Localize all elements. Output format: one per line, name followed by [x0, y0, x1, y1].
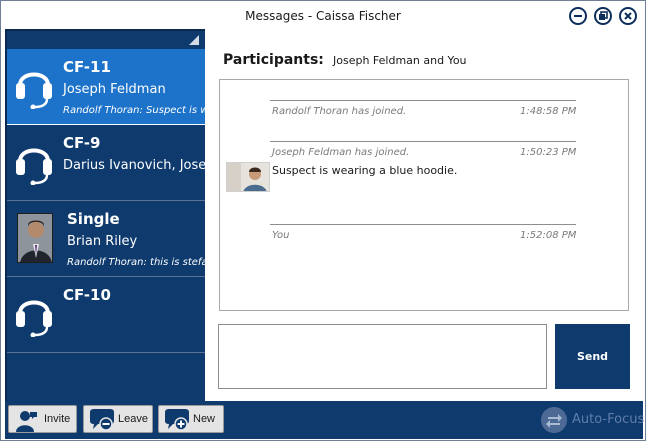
- window-title: Messages - Caissa Fischer: [245, 9, 401, 23]
- title-bar[interactable]: Messages - Caissa Fischer: [1, 1, 645, 29]
- conversation-last-message: Randolf Thoran: this is stefa: [67, 257, 205, 268]
- conversation-participants: Darius Ivanovich, Josep: [63, 158, 205, 173]
- leave-chat-icon: [90, 409, 114, 431]
- restore-icon: [599, 11, 608, 20]
- new-label: New: [193, 413, 216, 425]
- conversation-list-header: [7, 31, 205, 49]
- auto-focus-toggle[interactable]: Auto-Focus: [541, 407, 645, 433]
- conversation-name: CF-9: [63, 134, 101, 152]
- invite-label: Invite: [44, 413, 71, 425]
- send-button[interactable]: Send: [555, 324, 630, 389]
- message-time: 1:52:08 PM: [520, 230, 577, 241]
- conversation-item-cf-11[interactable]: CF-11 Joseph Feldman Randolf Thoran: Sus…: [7, 49, 205, 125]
- conversation-item-cf-9[interactable]: CF-9 Darius Ivanovich, Josep: [7, 125, 205, 201]
- message-time: 1:50:23 PM: [520, 147, 577, 158]
- message-text: Suspect is wearing a blue hoodie.: [272, 164, 458, 177]
- close-icon: [624, 12, 632, 20]
- chat-panel: Participants: Joseph Feldman and You Ran…: [205, 29, 643, 401]
- invite-button[interactable]: Invite: [8, 405, 77, 433]
- message-input[interactable]: [218, 324, 547, 389]
- conversation-list[interactable]: CF-11 Joseph Feldman Randolf Thoran: Sus…: [5, 29, 205, 401]
- conversation-name: CF-11: [63, 58, 111, 76]
- avatar: [17, 213, 53, 263]
- auto-focus-label: Auto-Focus: [572, 412, 645, 427]
- invite-user-icon: [16, 411, 37, 432]
- message-time: 1:48:58 PM: [520, 106, 577, 117]
- new-conversation-button[interactable]: New: [158, 405, 224, 433]
- message-sender: Randolf Thoran has joined.: [272, 106, 407, 117]
- headset-icon: [16, 72, 52, 109]
- conversation-last-message: Randolf Thoran: Suspect is w: [63, 105, 205, 116]
- messages-window: Messages - Caissa Fischer CF-11 Joseph F…: [0, 0, 646, 441]
- participants-value: Joseph Feldman and You: [332, 54, 467, 67]
- conversation-item-single[interactable]: Single Brian Riley Randolf Thoran: this …: [7, 201, 205, 277]
- headset-icon: [16, 300, 52, 337]
- message-divider: [270, 100, 576, 101]
- sender-avatar: [226, 162, 270, 192]
- participants-header: Participants: Joseph Feldman and You: [223, 49, 467, 68]
- message-history[interactable]: Randolf Thoran has joined. 1:48:58 PM Jo…: [219, 79, 629, 311]
- restore-button[interactable]: [594, 7, 612, 25]
- conversation-name: Single: [67, 210, 120, 228]
- conversation-participants: Joseph Feldman: [63, 82, 166, 97]
- participants-label: Participants:: [223, 52, 324, 68]
- minimize-icon: [574, 15, 582, 17]
- headset-icon: [16, 148, 52, 185]
- close-button[interactable]: [619, 7, 637, 25]
- message-sender: Joseph Feldman has joined.: [272, 147, 410, 158]
- message-divider: [270, 141, 576, 142]
- new-chat-icon: [165, 409, 189, 431]
- message-divider: [270, 224, 576, 225]
- auto-focus-icon: [541, 407, 567, 433]
- leave-label: Leave: [118, 413, 148, 425]
- conversation-participants: Brian Riley: [67, 234, 138, 249]
- leave-button[interactable]: Leave: [83, 405, 153, 433]
- message-sender: You: [272, 230, 290, 241]
- conversation-name: CF-10: [63, 286, 111, 304]
- minimize-button[interactable]: [569, 7, 587, 25]
- conversation-item-cf-10[interactable]: CF-10: [7, 277, 205, 353]
- collapse-corner-icon[interactable]: [189, 35, 199, 45]
